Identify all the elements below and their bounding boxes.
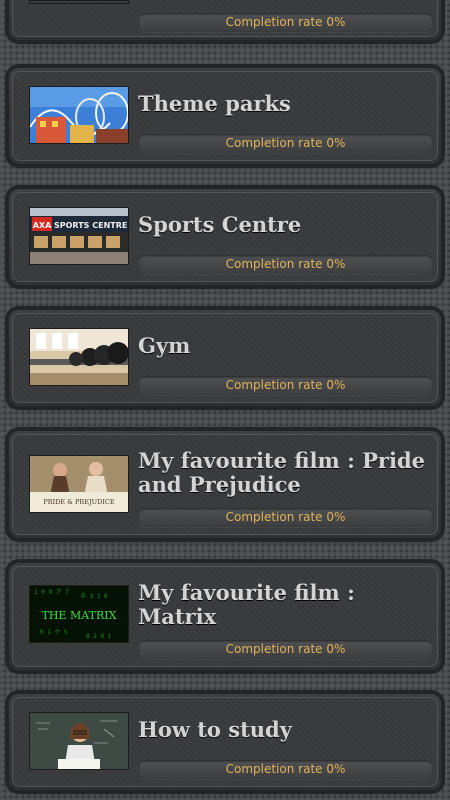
matrix-poster: 1 0 9 ア 7 ネ 3 1 0 0 1 ケ 5 8 2 0 1 THE MA… [29, 585, 129, 643]
topic-title: Gym [138, 333, 191, 358]
matrix-poster-text: THE MATRIX [42, 609, 117, 622]
completion-rate-bar: Completion rate 0% [138, 134, 433, 153]
gym-image [29, 328, 129, 386]
topic-card-partial[interactable]: Completion rate 0% [9, 0, 441, 40]
topic-card-pride-and-prejudice[interactable]: PRIDE & PREJUDICE My favourite film : Pr… [9, 431, 441, 538]
topic-card-gym[interactable]: Gym Completion rate 0% [9, 310, 441, 406]
topic-card-theme-parks[interactable]: Theme parks Completion rate 0% [9, 68, 441, 164]
svg-text:1 0 9 ア 7: 1 0 9 ア 7 [34, 589, 69, 596]
sports-sign-text: SPORTS CENTRE [54, 221, 127, 230]
completion-rate-bar: Completion rate 0% [138, 760, 433, 779]
partial-image-icon [29, 0, 129, 4]
topic-title: Theme parks [138, 91, 291, 116]
svg-text:AXA: AXA [33, 221, 52, 230]
topic-title: My favourite film : Pride and Prejudice [138, 448, 426, 497]
topic-card-sports-centre[interactable]: AXA SPORTS CENTRE Sports Centre Completi… [9, 189, 441, 285]
svg-text:8 2 0 1: 8 2 0 1 [86, 633, 112, 640]
completion-rate-bar: Completion rate 0% [138, 255, 433, 274]
completion-rate-bar: Completion rate 0% [138, 640, 433, 659]
svg-text:0 1 ケ 5: 0 1 ケ 5 [40, 629, 68, 636]
completion-rate-bar: Completion rate 0% [138, 376, 433, 395]
topic-title: My favourite film : Matrix [138, 580, 355, 629]
topic-card-how-to-study[interactable]: How to study Completion rate 0% [9, 694, 441, 790]
pride-prejudice-poster: PRIDE & PREJUDICE [29, 455, 129, 513]
sports-centre-image: AXA SPORTS CENTRE [29, 207, 129, 265]
svg-text:ネ 3 1 0: ネ 3 1 0 [80, 593, 108, 600]
topic-list: Completion rate 0% Theme parks Completio… [0, 0, 450, 800]
rollercoaster-image [29, 86, 129, 144]
completion-rate-bar: Completion rate 0% [138, 13, 433, 32]
pride-poster-text: PRIDE & PREJUDICE [43, 498, 115, 506]
topic-card-matrix[interactable]: 1 0 9 ア 7 ネ 3 1 0 0 1 ケ 5 8 2 0 1 THE MA… [9, 563, 441, 670]
topic-title: Sports Centre [138, 212, 302, 237]
study-image [29, 712, 129, 770]
topic-title: How to study [138, 717, 292, 742]
completion-rate-bar: Completion rate 0% [138, 508, 433, 527]
